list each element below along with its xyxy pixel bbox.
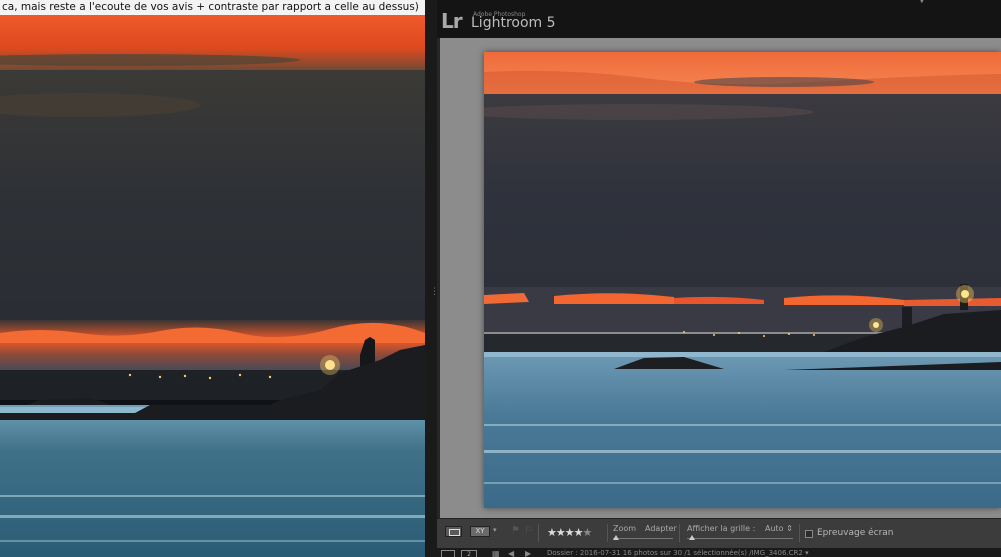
loupe-photo[interactable]: [484, 52, 1001, 508]
toolbar-separator: [538, 524, 539, 542]
lightroom-window: Lr Adobe Photoshop Lightroom 5 ▼: [437, 0, 1001, 557]
grid-overlay-select[interactable]: Auto ⇕: [765, 524, 793, 533]
grid-view-icon[interactable]: ▦: [492, 549, 500, 557]
grid-slider-thumb[interactable]: [689, 535, 695, 540]
rating-star[interactable]: ★: [547, 526, 557, 539]
rating-star[interactable]: ★: [565, 526, 575, 539]
photo-caption: ca, mais reste a l'ecoute de vos avis + …: [0, 0, 425, 15]
filmstrip-status-text: Dossier : 2016-07-31 16 photos sur 30 /1…: [547, 549, 809, 557]
soft-proofing-checkbox[interactable]: [805, 530, 813, 538]
left-photo-pane: ca, mais reste a l'ecoute de vos avis + …: [0, 0, 425, 557]
grid-overlay-label: Afficher la grille :: [687, 524, 756, 533]
zoom-slider-thumb[interactable]: [613, 535, 619, 540]
lightroom-loupe-canvas[interactable]: [440, 38, 1001, 518]
left-sunset-photo: [0, 15, 425, 557]
lightroom-title-bar: Lr Adobe Photoshop Lightroom 5 ▼: [437, 0, 1001, 38]
grid-slider-track[interactable]: [687, 538, 793, 539]
previous-arrow-icon[interactable]: ◀: [508, 549, 514, 557]
rating-star[interactable]: ★: [583, 526, 593, 539]
compare-view-button[interactable]: XY: [470, 526, 490, 537]
zoom-value: Adapter: [645, 524, 677, 533]
pane-divider[interactable]: [425, 0, 437, 557]
reject-flag-icon[interactable]: ⚐: [524, 525, 533, 536]
rating-star[interactable]: ★: [574, 526, 584, 539]
lightroom-logo: Lr: [441, 9, 463, 33]
zoom-slider-track[interactable]: [613, 538, 673, 539]
toolbar-separator: [799, 524, 800, 542]
rating-star[interactable]: ★: [556, 526, 566, 539]
toolbar-separator: [607, 524, 608, 542]
secondary-display-button[interactable]: 2: [461, 550, 477, 557]
secondary-window-button[interactable]: [441, 550, 455, 557]
star-rating[interactable]: ★★★★★: [547, 526, 593, 539]
divider-grip-icon[interactable]: ⋮: [430, 286, 439, 298]
top-right-indicator-icon: ▼: [918, 0, 926, 5]
soft-proofing-label[interactable]: Epreuvage écran: [817, 528, 894, 538]
toolbar-separator: [679, 524, 680, 542]
brand-name: Lightroom 5: [471, 15, 556, 31]
next-arrow-icon[interactable]: ▶: [525, 549, 531, 557]
filmstrip-bar: 2 ▦ ◀ ▶ Dossier : 2016-07-31 16 photos s…: [437, 548, 1001, 557]
loupe-view-button[interactable]: [445, 526, 462, 537]
zoom-label: Zoom: [613, 524, 637, 533]
lightroom-toolbar: XY ▾ ⚑ ⚐ ★★★★★ Zoom Adapter Afficher la …: [437, 518, 1001, 548]
pick-flag-icon[interactable]: ⚑: [511, 525, 520, 536]
view-mode-dropdown-icon[interactable]: ▾: [493, 526, 497, 534]
